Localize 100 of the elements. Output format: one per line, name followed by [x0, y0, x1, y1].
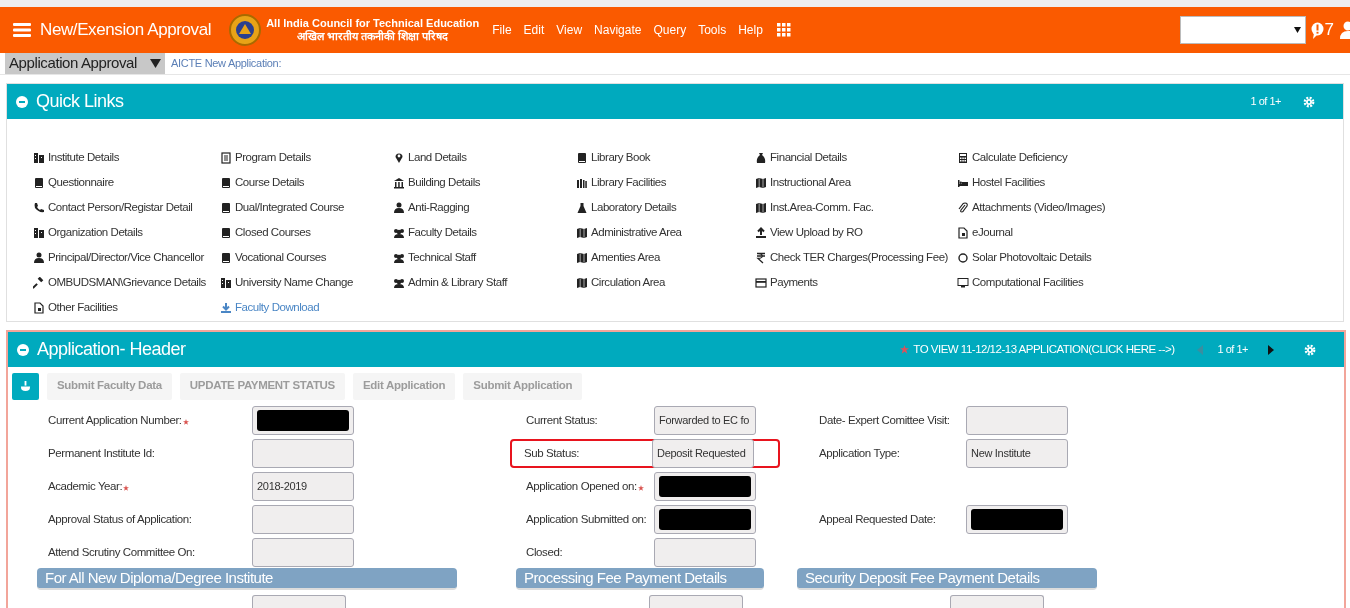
actions-button[interactable]	[12, 372, 39, 400]
notification-icon[interactable]	[1310, 21, 1324, 39]
book-icon	[220, 252, 232, 264]
quick-link[interactable]: eJournal	[972, 224, 1013, 242]
quick-link[interactable]: OMBUDSMAN\Grievance Details	[48, 274, 206, 292]
quick-link[interactable]: Course Details	[235, 174, 305, 192]
field-label: Academic Year:	[48, 478, 123, 494]
app-title: New/Exension Approval	[40, 19, 212, 42]
pager-text: 1 of 1+	[1250, 94, 1281, 110]
rupee-icon	[755, 252, 767, 264]
quick-link[interactable]: Anti-Ragging	[408, 199, 470, 217]
document-icon	[957, 227, 969, 239]
field-label: Attend Scrutiny Committee On:	[48, 544, 195, 560]
required-icon	[637, 485, 644, 491]
quick-link[interactable]: Other Facilities	[48, 299, 118, 317]
drop-icon	[20, 380, 31, 392]
quick-link[interactable]: Principal/Director/Vice Chancellor	[48, 249, 204, 267]
quick-link[interactable]: Closed Courses	[235, 224, 311, 242]
upload-icon	[755, 227, 767, 239]
panel-title: Application- Header	[37, 338, 186, 361]
monitor-icon	[957, 277, 969, 289]
settings-icon[interactable]	[1303, 95, 1315, 108]
menu-icon[interactable]	[13, 22, 31, 38]
map-icon	[755, 177, 767, 189]
quick-link[interactable]: University Name Change	[235, 274, 353, 292]
quick-link[interactable]: Building Details	[408, 174, 481, 192]
quick-link[interactable]: Faculty Download	[235, 299, 320, 317]
input-field: 2018-2019	[252, 472, 354, 501]
panel-title: Quick Links	[36, 90, 124, 113]
collapse-icon[interactable]	[16, 95, 28, 108]
input-field: New Institute	[966, 439, 1068, 468]
field-label: Current Application Number:	[48, 412, 182, 428]
bed-icon	[957, 177, 969, 189]
quick-link[interactable]: Solar Photovoltaic Details	[972, 249, 1092, 267]
section-header: Processing Fee Payment Details	[516, 568, 764, 590]
quick-link[interactable]: Technical Staff	[408, 249, 476, 267]
map-icon	[576, 227, 588, 239]
people-icon	[393, 252, 405, 264]
field-label: Application Type:	[819, 445, 900, 461]
book-icon	[33, 177, 45, 189]
quick-link[interactable]: Calculate Deficiency	[972, 149, 1068, 167]
quick-link[interactable]: Institute Details	[48, 149, 119, 167]
quick-link[interactable]: Administrative Area	[591, 224, 682, 242]
quick-link[interactable]: Vocational Courses	[235, 249, 326, 267]
required-icon	[123, 485, 130, 491]
quick-link[interactable]: Hostel Facilities	[972, 174, 1045, 192]
quick-link[interactable]: Faculty Details	[408, 224, 477, 242]
notification-count: 7	[1324, 19, 1334, 42]
quick-link[interactable]: Organization Details	[48, 224, 143, 242]
person-icon	[33, 252, 45, 264]
people-icon	[393, 227, 405, 239]
map-icon	[576, 252, 588, 264]
quick-link[interactable]: Admin & Library Staff	[408, 274, 507, 292]
book-icon	[220, 202, 232, 214]
download-icon	[220, 302, 232, 314]
people-icon	[393, 277, 405, 289]
field-label: Appeal Requested Date:	[819, 511, 936, 527]
select-field[interactable]	[1179, 16, 1306, 44]
quick-link[interactable]: Amenties Area	[591, 249, 660, 267]
money-bag-icon	[755, 152, 767, 164]
quick-link[interactable]: View Upload by RO	[770, 224, 863, 242]
pin-icon	[393, 152, 405, 164]
book-icon	[220, 227, 232, 239]
section-header: For All New Diploma/Degree Institute	[37, 568, 457, 590]
quick-link[interactable]: Questionnaire	[48, 174, 114, 192]
collapse-icon[interactable]	[17, 343, 29, 356]
quick-link[interactable]: Library Book	[591, 149, 651, 167]
quick-link[interactable]: Financial Details	[770, 149, 847, 167]
card-icon	[755, 277, 767, 289]
settings-icon[interactable]	[1304, 343, 1316, 356]
field-label: Sub Status:	[524, 445, 580, 461]
apps-grid-icon[interactable]	[776, 23, 791, 37]
quick-link[interactable]: Contact Person/Registar Detail	[48, 199, 193, 217]
breadcrumb[interactable]: AICTE New Application:	[171, 55, 282, 72]
field-label: Closed:	[526, 544, 563, 560]
field-label: Approval Status of Application:	[48, 511, 192, 527]
module-selector[interactable]: Application Approval	[5, 53, 165, 74]
dropdown-caret-icon	[1293, 27, 1301, 33]
hammer-icon	[33, 277, 45, 289]
quick-link[interactable]: Circulation Area	[591, 274, 665, 292]
next-icon[interactable]	[1268, 344, 1274, 355]
field-label: Date- Expert Comittee Visit:	[819, 412, 950, 428]
quick-link[interactable]: Library Facilities	[591, 174, 666, 192]
quick-link[interactable]: Check TER Charges(Processing Fee)	[770, 249, 948, 267]
input-field: Deposit Requested	[652, 439, 754, 468]
quick-link[interactable]: Laboratory Details	[591, 199, 677, 217]
field-label: Application Opened on:	[526, 478, 637, 494]
star-icon	[900, 345, 910, 354]
user-icon[interactable]	[1340, 21, 1350, 39]
phone-icon	[33, 202, 45, 214]
quick-link[interactable]: Dual/Integrated Course	[235, 199, 344, 217]
input-field: Forwarded to EC fo	[654, 406, 756, 435]
quick-link[interactable]: Computational Facilities	[972, 274, 1084, 292]
quick-link[interactable]: Land Details	[408, 149, 467, 167]
quick-link[interactable]: Attachments (Video/Images)	[972, 199, 1106, 217]
quick-link[interactable]: Payments	[770, 274, 818, 292]
quick-link[interactable]: Program Details	[235, 149, 311, 167]
flask-icon	[576, 202, 588, 214]
quick-link[interactable]: Inst.Area-Comm. Fac.	[770, 199, 874, 217]
quick-link[interactable]: Instructional Area	[770, 174, 851, 192]
